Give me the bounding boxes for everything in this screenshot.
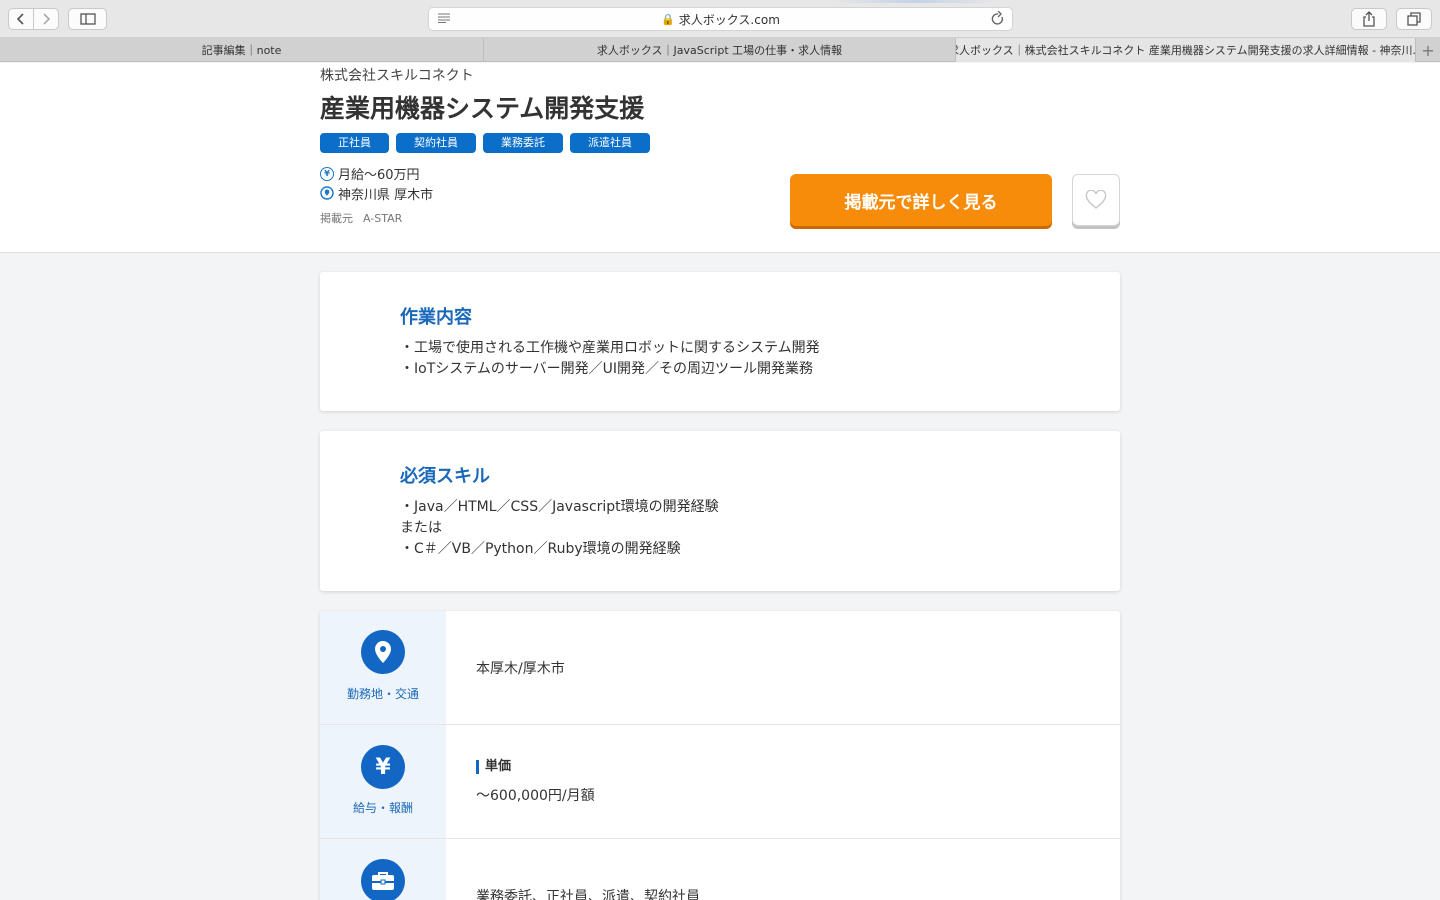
tag-keiyaku: 契約社員 [396,133,476,153]
address-bar[interactable]: 🔒 求人ボックス.com [428,7,1013,31]
tab-javascript-jobs[interactable]: 求人ボックス｜JavaScript 工場の仕事・求人情報 [484,38,956,62]
plus-icon: + [1421,40,1435,60]
tab-overview-button[interactable] [1396,8,1432,30]
source-line: 掲載元 A-STAR [320,210,402,226]
map-pin-icon [375,641,391,663]
detail-label-cell: ¥ 給与・報酬 [320,725,446,838]
yen-icon: ¥ [375,754,391,780]
detail-label-salary: 給与・報酬 [352,801,413,815]
detail-row-salary: ¥ 給与・報酬 単価 〜600,000円/月額 [320,725,1120,839]
back-button[interactable] [8,8,34,30]
required-skills-card: 必須スキル ・Java／HTML／CSS／Javascript環境の開発経験 ま… [320,431,1120,591]
work-line: ・IoTシステムのサーバー開発／UI開発／その周辺ツール開発業務 [400,361,814,377]
job-details-table: 勤務地・交通 本厚木/厚木市 ¥ 給与・報酬 単価 〜600,000円/月額 業… [320,611,1120,900]
chevron-left-icon [16,13,24,25]
yen-icon-circle: ¥ [361,745,405,789]
detail-label-cell: 勤務地・交通 [320,611,446,724]
share-button[interactable] [1351,8,1387,30]
location-text: 神奈川県 厚木市 [338,188,434,203]
required-skills-body: ・Java／HTML／CSS／Javascript環境の開発経験 または ・C＃… [400,497,719,560]
work-content-body: ・工場で使用される工作機や産業用ロボットに関するシステム開発 ・IoTシステムの… [400,338,820,380]
work-content-card: 作業内容 ・工場で使用される工作機や産業用ロボットに関するシステム開発 ・IoT… [320,272,1120,411]
salary-line: ¥ 月給〜60万円 [320,164,420,183]
reader-icon[interactable] [438,13,450,23]
company-name[interactable]: 株式会社スキルコネクト [320,65,474,85]
job-title: 産業用機器システム開発支援 [320,94,645,123]
lock-icon: 🔒 [661,12,675,26]
heart-icon [1085,190,1107,209]
detail-subhead-unit-price: 単価 [476,760,511,774]
new-tab-button[interactable]: + [1416,38,1440,62]
tag-haken: 派遣社員 [570,133,650,153]
detail-label-location: 勤務地・交通 [346,687,419,701]
briefcase-icon-circle [361,859,405,900]
tag-gyomu-itaku: 業務委託 [483,133,563,153]
page-load-progress [830,0,1000,3]
tab-note[interactable]: 記事編集｜note [0,38,484,62]
yen-icon: ¥ [320,166,334,181]
source-name: A-STAR [363,212,403,225]
reload-icon[interactable] [991,11,1005,27]
skill-line: ・Java／HTML／CSS／Javascript環境の開発経験 [400,499,719,515]
skill-line: または [400,520,442,536]
briefcase-icon [372,872,394,890]
tabs-icon [1407,12,1421,26]
tab-bar: 記事編集｜note 求人ボックス｜JavaScript 工場の仕事・求人情報 求… [0,38,1440,62]
detail-value-employment: 業務委託、正社員、派遣、契約社員 [476,889,700,900]
source-label: 掲載元 [320,212,353,225]
location-icon-circle [361,630,405,674]
favorite-button[interactable] [1072,174,1120,226]
detail-row-location: 勤務地・交通 本厚木/厚木市 [320,611,1120,725]
url-text: 求人ボックス.com [678,12,780,27]
required-skills-heading: 必須スキル [400,466,490,487]
job-header: 株式会社スキルコネクト 産業用機器システム開発支援 正社員 契約社員 業務委託 … [0,63,1440,253]
sidebar-toggle-button[interactable] [68,8,107,30]
chevron-right-icon [43,13,51,25]
share-icon [1363,11,1375,27]
view-on-source-button[interactable]: 掲載元で詳しく見る [790,174,1052,226]
work-content-heading: 作業内容 [400,307,472,328]
detail-label-cell [320,839,446,900]
skill-line: ・C＃／VB／Python／Ruby環境の開発経験 [400,541,681,557]
detail-row-employment: 業務委託、正社員、派遣、契約社員 [320,839,1120,900]
detail-value-salary: 〜600,000円/月額 [476,788,595,804]
map-pin-icon [320,186,334,200]
work-line: ・工場で使用される工作機や産業用ロボットに関するシステム開発 [400,340,820,356]
detail-value-location: 本厚木/厚木市 [476,661,565,677]
location-line: 神奈川県 厚木市 [320,184,433,203]
tag-seishain: 正社員 [320,133,389,153]
employment-tags: 正社員 契約社員 業務委託 派遣社員 [320,133,650,153]
salary-text: 月給〜60万円 [338,168,420,183]
browser-toolbar: 🔒 求人ボックス.com [0,0,1440,38]
tab-job-detail[interactable]: 求人ボックス｜株式会社スキルコネクト 産業用機器システム開発支援の求人詳細情報 … [956,38,1416,62]
forward-button[interactable] [33,8,59,30]
sidebar-icon [79,13,96,25]
